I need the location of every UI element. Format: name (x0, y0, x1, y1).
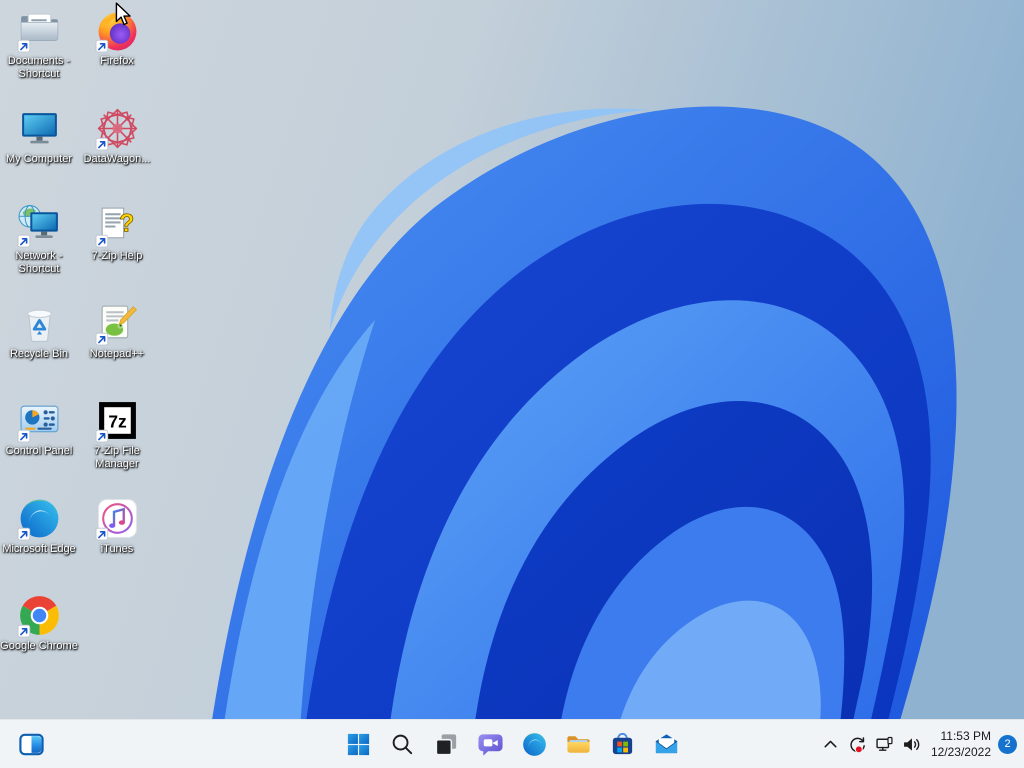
desktop-icon-label: 7-Zip File Manager (94, 445, 140, 470)
google-chrome-icon (17, 593, 62, 638)
desktop: Documents - Shortcut Firefox My Computer Da… (0, 0, 1024, 768)
desktop-icon-label: Documents - Shortcut (7, 55, 71, 80)
control-panel-icon (17, 398, 62, 443)
desktop-icon-label: Network - Shortcut (15, 250, 63, 275)
desktop-icon-microsoft-edge[interactable]: Microsoft Edge (0, 496, 78, 556)
desktop-icon-label: 7-Zip Help (91, 250, 143, 262)
taskbar-button-search[interactable] (380, 724, 424, 764)
tray-hidden-icons-chevron[interactable] (817, 724, 844, 764)
seven-zip-file-manager-icon: 7z (95, 398, 140, 443)
taskbar-button-file-explorer[interactable] (556, 724, 600, 764)
desktop-icon-seven-zip-file-manager[interactable]: 7z 7-Zip File Manager (78, 398, 156, 471)
documents-folder-icon (17, 8, 62, 53)
desktop-icon-label: iTunes (100, 542, 134, 555)
desktop-icon-label: Google Chrome (0, 640, 78, 652)
desktop-icon-recycle-bin[interactable]: Recycle Bin (0, 301, 78, 361)
mail-icon (653, 731, 680, 758)
desktop-icon-network[interactable]: Network - Shortcut (0, 203, 78, 276)
search-icon (389, 731, 416, 758)
datawagon-icon (95, 106, 140, 151)
desktop-icons-grid: Documents - Shortcut Firefox My Computer Da… (0, 0, 1024, 720)
tray-volume-icon[interactable] (898, 724, 925, 764)
start-icon (345, 731, 372, 758)
taskbar-button-microsoft-edge[interactable] (512, 724, 556, 764)
task-view-icon (433, 731, 460, 758)
notepad-plus-plus-icon (95, 301, 140, 346)
recycle-bin-icon (17, 301, 62, 346)
tray-network-icon[interactable] (871, 724, 898, 764)
clock-time: 11:53 PM (940, 728, 991, 743)
seven-zip-help-icon: ? (95, 203, 140, 248)
desktop-icon-control-panel[interactable]: Control Panel (0, 398, 78, 458)
taskbar-button-start[interactable] (336, 724, 380, 764)
taskbar: 11:53 PM 12/23/2022 2 (0, 719, 1024, 768)
desktop-icon-label: Control Panel (5, 445, 73, 457)
taskbar-button-mail[interactable] (644, 724, 688, 764)
microsoft-store-icon (609, 731, 636, 758)
my-computer-icon (17, 106, 62, 151)
taskbar-button-task-view[interactable] (424, 724, 468, 764)
desktop-icon-google-chrome[interactable]: Google Chrome (0, 593, 78, 653)
network-icon (17, 203, 62, 248)
desktop-icon-label: Recycle Bin (9, 347, 69, 360)
taskbar-button-microsoft-store[interactable] (600, 724, 644, 764)
desktop-icon-itunes[interactable]: iTunes (78, 496, 156, 556)
microsoft-edge-icon (521, 731, 548, 758)
firefox-icon (95, 8, 140, 53)
file-explorer-icon (565, 731, 592, 758)
desktop-icon-label: My Computer (5, 152, 73, 165)
desktop-icon-label: Notepad++ (89, 347, 145, 360)
desktop-icon-label: DataWagon... (83, 152, 151, 165)
desktop-icon-datawagon[interactable]: DataWagon... (78, 106, 156, 166)
taskbar-clock[interactable]: 11:53 PM 12/23/2022 (931, 728, 991, 760)
notification-badge[interactable]: 2 (998, 734, 1017, 754)
clock-date: 12/23/2022 (930, 745, 991, 759)
system-tray: 11:53 PM 12/23/2022 2 (817, 720, 1018, 768)
desktop-icon-notepad-plus-plus[interactable]: Notepad++ (78, 301, 156, 361)
desktop-icon-label: Microsoft Edge (2, 542, 76, 555)
desktop-icon-firefox[interactable]: Firefox (78, 8, 156, 68)
taskbar-button-chat[interactable] (468, 724, 512, 764)
tray-windows-update-icon[interactable] (844, 724, 871, 764)
microsoft-edge-icon (17, 496, 62, 541)
chat-icon (477, 731, 504, 758)
taskbar-widgets-button[interactable] (9, 724, 53, 764)
desktop-icon-my-computer[interactable]: My Computer (0, 106, 78, 166)
desktop-icon-label: Firefox (100, 55, 134, 67)
itunes-icon (95, 496, 140, 541)
taskbar-center (336, 720, 688, 768)
desktop-icon-seven-zip-help[interactable]: ? 7-Zip Help (78, 203, 156, 263)
desktop-icon-documents-folder[interactable]: Documents - Shortcut (0, 8, 78, 81)
